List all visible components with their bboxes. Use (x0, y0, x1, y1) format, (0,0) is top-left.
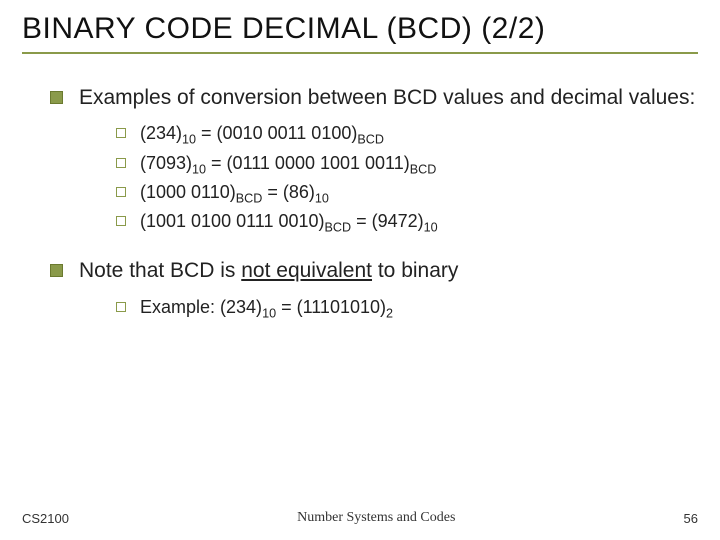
list-item: (1001 0100 0111 0010)BCD = (9472)10 (116, 209, 698, 233)
lhs-sub: 10 (262, 306, 276, 320)
list-item: (1000 0110)BCD = (86)10 (116, 180, 698, 204)
examples-list: (234)10 = (0010 0011 0100)BCD (7093)10 =… (116, 121, 698, 233)
rhs-sub: BCD (410, 162, 437, 176)
rhs-sub: 10 (315, 191, 329, 205)
lhs: (1001 0100 0111 0010) (140, 211, 325, 231)
rhs: = (0111 0000 1001 0011) (206, 153, 410, 173)
rhs-sub: BCD (357, 133, 384, 147)
example-text: (234)10 = (0010 0011 0100)BCD (140, 121, 384, 145)
hollow-square-icon (116, 187, 126, 197)
note-pre: Note that BCD is (79, 259, 241, 282)
lhs: (7093) (140, 153, 192, 173)
rhs: = (0010 0011 0100) (196, 123, 357, 143)
list-item: Example: (234)10 = (11101010)2 (116, 295, 698, 319)
lhs: (234) (140, 123, 182, 143)
bullet-note: Note that BCD is not equivalent to binar… (50, 257, 698, 284)
lhs-sub: 10 (192, 162, 206, 176)
footer-center: Number Systems and Codes (297, 510, 455, 526)
list-item: (234)10 = (0010 0011 0100)BCD (116, 121, 698, 145)
rhs-sub: 10 (424, 221, 438, 235)
lhs-sub: BCD (236, 191, 263, 205)
footer-right: 56 (684, 511, 698, 526)
bullet-note-text: Note that BCD is not equivalent to binar… (79, 257, 458, 284)
slide: BINARY CODE DECIMAL (BCD) (2/2) Examples… (0, 0, 720, 540)
rhs: = (11101010) (276, 297, 386, 317)
rhs-sub: 2 (386, 306, 393, 320)
lhs: (1000 0110) (140, 182, 236, 202)
footer-left: CS2100 (22, 511, 69, 526)
footer: CS2100 Number Systems and Codes 56 (0, 510, 720, 526)
rhs: = (86) (262, 182, 315, 202)
bullet-examples-text: Examples of conversion between BCD value… (79, 84, 695, 111)
example-text: (1000 0110)BCD = (86)10 (140, 180, 329, 204)
lhs-sub: BCD (325, 221, 352, 235)
hollow-square-icon (116, 158, 126, 168)
example-text: (1001 0100 0111 0010)BCD = (9472)10 (140, 209, 438, 233)
note-list: Example: (234)10 = (11101010)2 (116, 295, 698, 319)
rhs: = (9472) (351, 211, 424, 231)
bullet-examples: Examples of conversion between BCD value… (50, 84, 698, 111)
slide-title: BINARY CODE DECIMAL (BCD) (2/2) (22, 12, 698, 54)
square-bullet-icon (50, 264, 63, 277)
note-example-text: Example: (234)10 = (11101010)2 (140, 295, 393, 319)
hollow-square-icon (116, 128, 126, 138)
lhs-sub: 10 (182, 133, 196, 147)
hollow-square-icon (116, 216, 126, 226)
note-underline: not equivalent (241, 259, 372, 282)
note-post: to binary (372, 259, 458, 282)
hollow-square-icon (116, 302, 126, 312)
example-text: (7093)10 = (0111 0000 1001 0011)BCD (140, 151, 436, 175)
square-bullet-icon (50, 91, 63, 104)
lhs: Example: (234) (140, 297, 262, 317)
list-item: (7093)10 = (0111 0000 1001 0011)BCD (116, 151, 698, 175)
